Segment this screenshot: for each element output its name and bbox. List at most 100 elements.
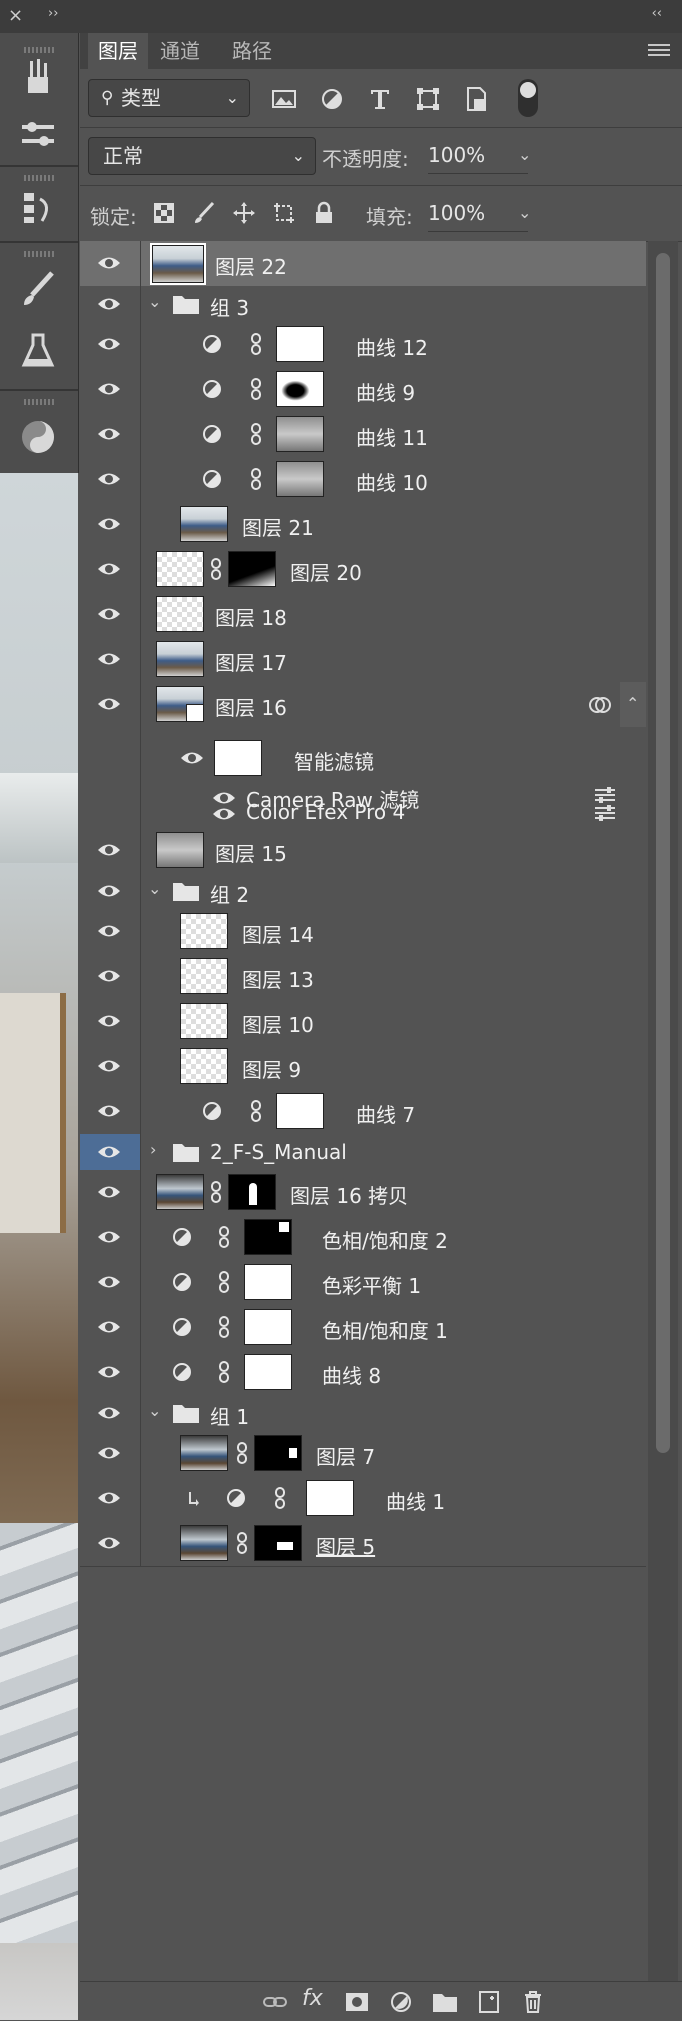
eye-icon[interactable] xyxy=(97,1229,121,1245)
visibility-toggle[interactable] xyxy=(80,682,141,828)
layer-name[interactable]: 色彩平衡 1 xyxy=(322,1270,421,1299)
toolbar-grip[interactable] xyxy=(24,47,54,53)
new-layer-icon[interactable] xyxy=(476,1990,502,2014)
eye-icon[interactable] xyxy=(97,336,121,352)
visibility-toggle[interactable] xyxy=(80,1044,141,1089)
layer-row[interactable]: 图层 7 xyxy=(80,1431,646,1477)
chevron-down-icon[interactable]: ⌄ xyxy=(148,879,161,898)
layer-mask-thumbnail[interactable] xyxy=(228,551,276,587)
visibility-toggle[interactable] xyxy=(80,367,141,412)
eye-icon[interactable] xyxy=(97,296,121,312)
history-icon[interactable] xyxy=(18,187,58,227)
filter-blending-options-icon[interactable] xyxy=(593,804,617,822)
eye-icon[interactable] xyxy=(212,790,236,806)
layer-mask-thumbnail[interactable] xyxy=(276,1093,324,1129)
layer-name[interactable]: 曲线 9 xyxy=(356,377,415,406)
visibility-toggle[interactable] xyxy=(80,592,141,637)
chevron-down-icon[interactable]: ⌄ xyxy=(148,292,161,311)
layer-thumbnail[interactable] xyxy=(180,1048,228,1084)
layer-thumbnail[interactable] xyxy=(180,913,228,949)
layer-group-row[interactable]: ⌄ 组 3 xyxy=(80,286,646,323)
layer-name[interactable]: 图层 14 xyxy=(242,919,314,948)
visibility-toggle[interactable] xyxy=(80,999,141,1044)
eye-icon[interactable] xyxy=(97,381,121,397)
visibility-toggle[interactable] xyxy=(80,1134,141,1170)
layer-name[interactable]: 组 2 xyxy=(210,879,249,908)
layer-group-row[interactable]: › 2_F-S_Manual xyxy=(80,1134,646,1171)
brush-icon[interactable] xyxy=(18,269,58,309)
layer-mask-thumbnail[interactable] xyxy=(228,1174,276,1210)
visibility-toggle[interactable] xyxy=(80,241,141,286)
visibility-toggle[interactable] xyxy=(80,412,141,457)
visibility-toggle[interactable] xyxy=(80,1350,141,1395)
visibility-toggle[interactable] xyxy=(80,1170,141,1215)
chain-link-icon[interactable] xyxy=(250,378,262,400)
adjustment-filter-icon[interactable] xyxy=(318,85,346,113)
layer-name[interactable]: 图层 15 xyxy=(215,838,287,867)
layer-name[interactable]: 2_F-S_Manual xyxy=(210,1140,347,1164)
chain-link-icon[interactable] xyxy=(218,1361,230,1383)
layer-name[interactable]: 曲线 11 xyxy=(356,422,428,451)
link-icon[interactable] xyxy=(262,1990,288,2014)
layer-row[interactable]: 色相/饱和度 2 xyxy=(80,1215,646,1261)
layer-row[interactable]: 图层 5 xyxy=(80,1521,646,1567)
layer-row[interactable]: 图层 10 xyxy=(80,999,646,1045)
layer-name[interactable]: 图层 20 xyxy=(290,557,362,586)
eye-icon[interactable] xyxy=(97,606,121,622)
layer-name[interactable]: 图层 16 拷贝 xyxy=(290,1180,408,1209)
layer-row[interactable]: 曲线 11 xyxy=(80,412,646,458)
layer-thumbnail[interactable] xyxy=(180,958,228,994)
lock-all-icon[interactable] xyxy=(312,201,336,225)
layer-group-row[interactable]: ⌄ 组 1 xyxy=(80,1395,646,1432)
smart-filter-name[interactable]: Color Efex Pro 4 xyxy=(246,800,405,824)
layer-row[interactable]: 图层 13 xyxy=(80,954,646,1000)
panel-menu-icon[interactable] xyxy=(648,41,670,59)
layer-row[interactable]: 曲线 10 xyxy=(80,457,646,503)
layer-row[interactable]: 图层 20 xyxy=(80,547,646,593)
eye-icon[interactable] xyxy=(97,696,121,712)
layers-scrollbar[interactable] xyxy=(648,241,678,1981)
chain-link-icon[interactable] xyxy=(218,1316,230,1338)
layer-row[interactable]: 图层 22 xyxy=(80,241,646,287)
delete-icon[interactable] xyxy=(520,1990,546,2014)
chain-link-icon[interactable] xyxy=(274,1487,286,1509)
layer-mask-thumbnail[interactable] xyxy=(244,1309,292,1345)
visibility-toggle[interactable] xyxy=(80,1395,141,1431)
layer-thumbnail[interactable] xyxy=(156,686,204,722)
layer-thumbnail[interactable] xyxy=(150,243,206,285)
layer-thumbnail[interactable] xyxy=(180,1435,228,1471)
layer-name[interactable]: 图层 17 xyxy=(215,647,287,676)
eye-icon[interactable] xyxy=(97,1405,121,1421)
lock-position-icon[interactable] xyxy=(232,201,256,225)
filter-blending-options-icon[interactable] xyxy=(593,786,617,804)
fill-chevron-icon[interactable]: ⌄ xyxy=(518,203,531,222)
layer-name[interactable]: 图层 21 xyxy=(242,512,314,541)
layer-thumbnail[interactable] xyxy=(156,596,204,632)
layer-mask-thumbnail[interactable] xyxy=(276,326,324,362)
layer-name[interactable]: 图层 13 xyxy=(242,964,314,993)
chain-link-icon[interactable] xyxy=(236,1442,248,1464)
visibility-toggle[interactable] xyxy=(80,873,141,909)
layer-thumbnail[interactable] xyxy=(180,1525,228,1561)
layer-thumbnail[interactable] xyxy=(156,832,204,868)
chain-link-icon[interactable] xyxy=(250,1100,262,1122)
visibility-toggle[interactable] xyxy=(80,547,141,592)
chain-link-icon[interactable] xyxy=(210,558,222,580)
eye-icon[interactable] xyxy=(97,1144,121,1160)
layer-mask-thumbnail[interactable] xyxy=(244,1219,292,1255)
layer-name[interactable]: 色相/饱和度 1 xyxy=(322,1315,448,1344)
smart-filters-icon[interactable] xyxy=(588,696,612,714)
eye-icon[interactable] xyxy=(97,651,121,667)
layer-mask-thumbnail[interactable] xyxy=(306,1480,354,1516)
fx-icon[interactable]: fx xyxy=(302,1986,328,2011)
opacity-input[interactable]: 100% xyxy=(428,137,528,174)
layer-name[interactable]: 图层 10 xyxy=(242,1009,314,1038)
chain-link-icon[interactable] xyxy=(218,1271,230,1293)
eye-icon[interactable] xyxy=(97,471,121,487)
layer-name[interactable]: 图层 22 xyxy=(215,251,287,280)
visibility-toggle[interactable] xyxy=(80,1089,141,1134)
chevron-right-icon[interactable]: › xyxy=(150,1140,156,1159)
toolbar-grip-2[interactable] xyxy=(24,175,54,181)
new-group-icon[interactable] xyxy=(432,1990,458,2014)
layer-name[interactable]: 图层 18 xyxy=(215,602,287,631)
